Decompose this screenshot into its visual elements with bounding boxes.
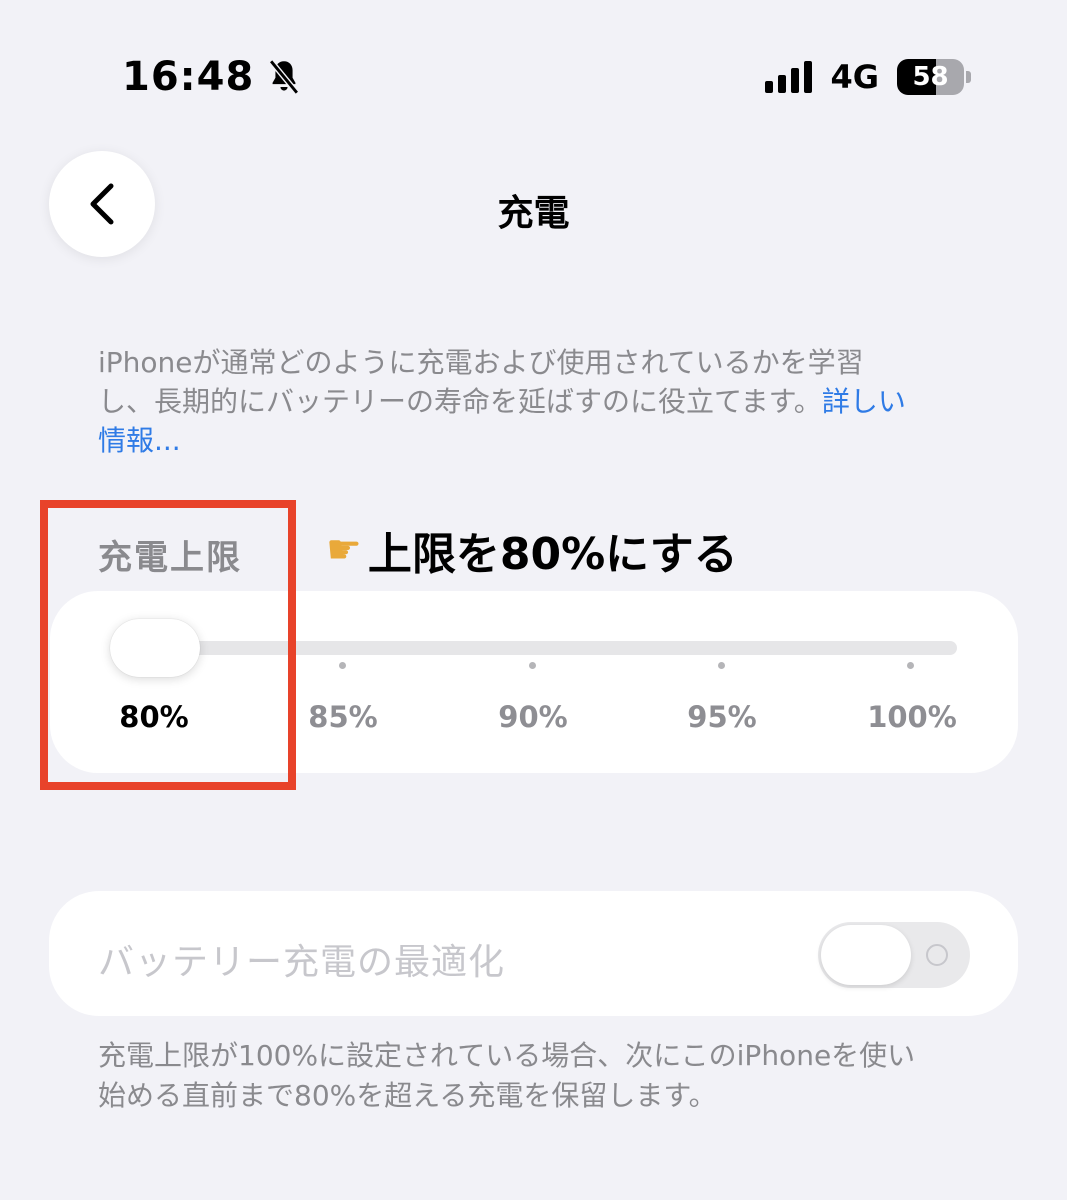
tick-dot-95: [718, 662, 725, 669]
network-type: 4G: [830, 58, 879, 96]
time-label: 16:48: [122, 54, 255, 100]
battery-icon: 58: [897, 59, 971, 95]
status-indicators: 4G 58: [765, 58, 971, 96]
optimization-toggle[interactable]: [818, 922, 970, 988]
toggle-knob: [821, 925, 911, 985]
option-85[interactable]: 85%: [283, 700, 403, 734]
status-time: 16:48: [122, 54, 302, 100]
tick-dot-90: [529, 662, 536, 669]
toggle-off-icon: [926, 944, 948, 966]
tick-dot-85: [339, 662, 346, 669]
option-90[interactable]: 90%: [473, 700, 593, 734]
page-title: 充電: [497, 193, 570, 234]
annotation: ☛ 上限を80%にする: [326, 518, 738, 582]
pointing-hand-icon: ☛: [326, 527, 362, 573]
annotation-text: 上限を80%にする: [367, 529, 738, 580]
option-100[interactable]: 100%: [852, 700, 972, 734]
option-95[interactable]: 95%: [662, 700, 782, 734]
tick-dot-100: [907, 662, 914, 669]
cellular-signal-icon: [765, 61, 813, 93]
description-body: iPhoneが通常どのように充電および使用されているかを学習し、長期的にバッテリ…: [98, 346, 864, 418]
optimization-label: バッテリー充電の最適化: [98, 942, 506, 983]
battery-level: 58: [912, 62, 949, 92]
footnote-text: 充電上限が100%に設定されている場合、次にこのiPhoneを使い始める直前まで…: [98, 1039, 916, 1112]
highlight-box: [40, 500, 296, 790]
bell-slash-icon: [269, 59, 300, 95]
description-text: iPhoneが通常どのように充電および使用されているかを学習し、長期的にバッテリ…: [98, 343, 918, 460]
